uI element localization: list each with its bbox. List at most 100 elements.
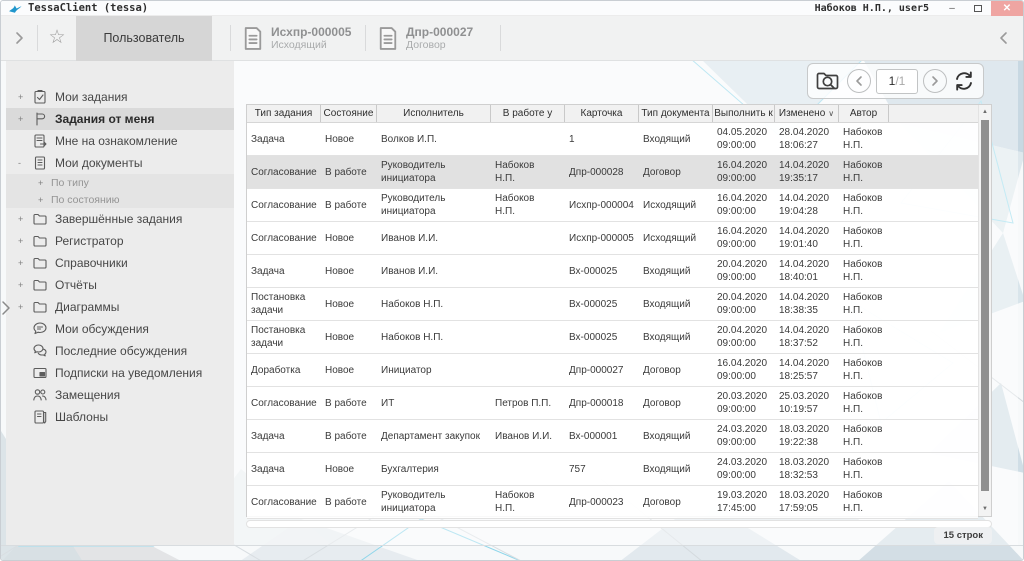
table-cell: Набоков Н.П. — [839, 357, 889, 383]
sidebar-item[interactable]: +По типу — [6, 174, 234, 191]
sidebar-item[interactable]: Шаблоны — [6, 406, 234, 428]
table-row[interactable]: СогласованиеВ работеРуководитель инициат… — [247, 156, 978, 189]
page-indicator[interactable]: 1/1 — [876, 69, 918, 94]
table-cell: Дпр-000023 — [565, 496, 639, 509]
table-row[interactable]: ЗадачаНовоеИванов И.И.Вх-000025Входящий2… — [247, 255, 978, 288]
table-cell: Входящий — [639, 265, 713, 278]
table-row[interactable]: ДоработкаНовоеИнициаторДпр-000027Договор… — [247, 354, 978, 387]
search-view-button[interactable] — [815, 69, 842, 93]
table-row[interactable]: СогласованиеНовоеИванов И.И.Исхпр-000005… — [247, 222, 978, 255]
table-cell: Задача — [247, 265, 321, 278]
table-cell: Дпр-000028 — [565, 166, 639, 179]
table-cell: 14.04.2020 18:37:52 — [775, 324, 839, 350]
sidebar-item[interactable]: +По состоянию — [6, 191, 234, 208]
tree-expand-marker[interactable]: + — [18, 302, 31, 312]
next-page-button[interactable] — [923, 69, 947, 93]
tree-expand-marker[interactable]: + — [18, 92, 31, 102]
table-cell: Вх-000025 — [565, 298, 639, 311]
menu-expand-button[interactable] — [1, 16, 37, 61]
favorites-button[interactable]: ☆ — [38, 16, 76, 61]
sidebar-item[interactable]: Мои обсуждения — [6, 318, 234, 340]
sidebar-item[interactable]: + Задания от меня — [6, 108, 234, 130]
table-cell: Набоков Н.П. — [839, 126, 889, 152]
column-header-label: Карточка — [581, 108, 623, 119]
tab-document-2[interactable]: Дпр-000027 Договор — [366, 16, 500, 61]
column-header[interactable]: Изменено∨ — [775, 105, 839, 122]
sidebar-item[interactable]: Последние обсуждения — [6, 340, 234, 362]
table-cell: 25.03.2020 10:19:57 — [775, 390, 839, 416]
table-row[interactable]: ЗадачаНовоеВолков И.П.1Входящий04.05.202… — [247, 123, 978, 156]
sidebar-item[interactable]: Подписки на уведомления — [6, 362, 234, 384]
tree-expand-marker[interactable]: + — [38, 195, 51, 205]
column-header[interactable]: Состояние — [321, 105, 377, 122]
tab-document-1[interactable]: Исхпр-000005 Исходящий — [231, 16, 365, 61]
horizontal-scrollbar[interactable] — [246, 520, 992, 528]
tab-user[interactable]: Пользователь — [76, 16, 212, 61]
sidebar-item[interactable]: +Диаграммы — [6, 296, 234, 318]
chevron-right-icon — [931, 75, 939, 87]
sidebar-tree: +Мои задания+Задания от меняМне на ознак… — [6, 61, 234, 545]
tree-expand-marker[interactable]: + — [18, 214, 31, 224]
tree-expand-marker[interactable]: + — [18, 236, 31, 246]
vertical-scrollbar[interactable]: ▲ ▼ — [978, 105, 991, 516]
table-row[interactable]: СогласованиеВ работеИТПетров П.П.Дпр-000… — [247, 387, 978, 420]
table-cell: 20.04.2020 09:00:00 — [713, 291, 775, 317]
table-cell: Набоков Н.П. — [839, 192, 889, 218]
table-cell: Согласование — [247, 166, 321, 179]
table-cell: Исхпр-000005 — [565, 232, 639, 245]
column-header[interactable]: Карточка — [565, 105, 639, 122]
table-cell: Постановка задачи — [247, 291, 321, 317]
sidebar-item-label: Задания от меня — [55, 112, 155, 126]
column-header[interactable]: Выполнить к — [713, 105, 775, 122]
sidebar-item-label: Мои документы — [55, 156, 142, 170]
sidebar-item[interactable]: - Мои документы — [6, 152, 234, 174]
column-header[interactable]: Исполнитель — [377, 105, 491, 122]
table-cell: В работе — [321, 199, 377, 212]
table-cell: 14.04.2020 19:01:40 — [775, 225, 839, 251]
tree-expand-marker[interactable]: + — [18, 258, 31, 268]
sidebar-item[interactable]: +Завершённые задания — [6, 208, 234, 230]
tree-expand-marker[interactable]: + — [38, 178, 51, 188]
table-body: ЗадачаНовоеВолков И.П.1Входящий04.05.202… — [247, 123, 991, 519]
sidebar-item-label: Регистратор — [55, 234, 124, 248]
sidebar-item[interactable]: +Справочники — [6, 252, 234, 274]
table-row[interactable]: ЗадачаВ работеДепартамент закупокИванов … — [247, 420, 978, 453]
sidebar-item[interactable]: + Регистратор — [6, 230, 234, 252]
scrollbar-thumb[interactable] — [981, 120, 989, 491]
sidebar-item[interactable]: +Мои задания — [6, 86, 234, 108]
tessa-client-window: TessaClient (tessa) Набоков Н.П., user5 … — [0, 0, 1024, 561]
tab-scroll-left-button[interactable] — [983, 16, 1023, 61]
table-row[interactable]: СогласованиеВ работеРуководитель инициат… — [247, 486, 978, 519]
table-cell: Новое — [321, 265, 377, 278]
prev-page-button[interactable] — [847, 69, 871, 93]
table-row[interactable]: Постановка задачиНовоеНабоков Н.П.Вх-000… — [247, 321, 978, 354]
column-header-label: Выполнить к — [714, 108, 773, 119]
current-user-label: Набоков Н.П., user5 — [815, 3, 929, 14]
table-row[interactable]: СогласованиеВ работеРуководитель инициат… — [247, 189, 978, 222]
sidebar-collapse-handle[interactable] — [1, 299, 11, 317]
minimize-button[interactable]: – — [939, 1, 965, 16]
maximize-button[interactable] — [965, 1, 991, 16]
column-header[interactable]: Тип задания — [247, 105, 321, 122]
table-row[interactable]: Постановка задачиНовоеНабоков Н.П.Вх-000… — [247, 288, 978, 321]
column-header[interactable]: В работе у — [491, 105, 565, 122]
scroll-down-icon[interactable]: ▼ — [979, 503, 991, 515]
chevron-left-icon — [999, 30, 1008, 46]
tree-expand-marker[interactable]: + — [18, 280, 31, 290]
table-cell: 20.04.2020 09:00:00 — [713, 258, 775, 284]
tessa-logo-icon — [9, 3, 22, 14]
tree-expand-marker[interactable]: + — [18, 114, 31, 124]
sidebar-item-label: Мне на ознакомление — [55, 134, 178, 148]
sidebar-item[interactable]: Замещения — [6, 384, 234, 406]
column-header[interactable]: Автор — [839, 105, 889, 122]
sidebar-item[interactable]: Мне на ознакомление — [6, 130, 234, 152]
scroll-up-icon[interactable]: ▲ — [979, 106, 991, 118]
tree-collapse-marker[interactable]: - — [18, 158, 31, 168]
table-cell: Набоков Н.П. — [839, 291, 889, 317]
refresh-button[interactable] — [952, 69, 976, 93]
close-button[interactable]: ✕ — [991, 1, 1023, 16]
table-cell: Задача — [247, 133, 321, 146]
column-header[interactable]: Тип документа — [639, 105, 713, 122]
sidebar-item[interactable]: +Отчёты — [6, 274, 234, 296]
table-row[interactable]: ЗадачаНовоеБухгалтерия757Входящий24.03.2… — [247, 453, 978, 486]
